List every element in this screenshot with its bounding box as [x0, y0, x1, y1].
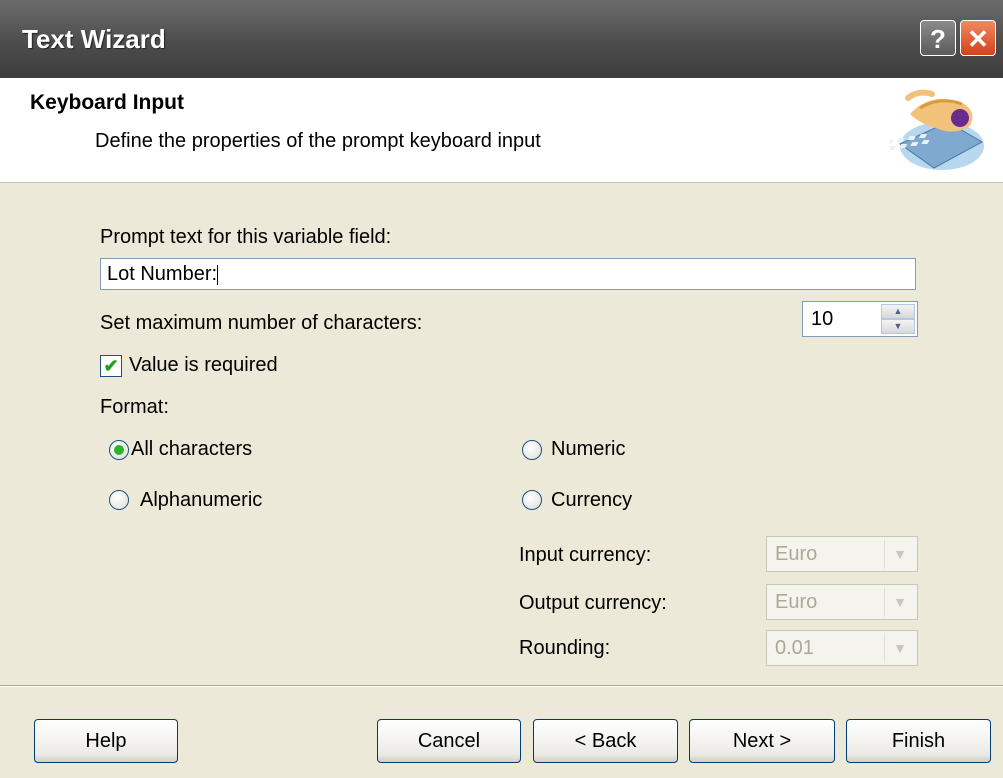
text-caret — [217, 264, 219, 285]
max-chars-spinner[interactable]: 10 ▲ ▼ — [802, 301, 918, 337]
page-subtitle: Define the properties of the prompt keyb… — [95, 130, 541, 152]
window-title: Text Wizard — [22, 24, 166, 54]
next-button[interactable]: Next > — [689, 719, 835, 763]
help-icon[interactable]: ? — [920, 20, 956, 56]
alphanumeric-label[interactable]: Alphanumeric — [140, 489, 262, 512]
wizard-header: Keyboard Input Define the properties of … — [0, 78, 1003, 183]
output-currency-select[interactable]: Euro ▼ — [766, 584, 918, 620]
currency-label[interactable]: Currency — [551, 489, 632, 512]
title-bar[interactable]: Text Wizard ? ✕ — [0, 0, 1003, 78]
radio-currency[interactable] — [522, 490, 542, 510]
rounding-value: 0.01 — [775, 637, 814, 659]
prompt-text-label: Prompt text for this variable field: — [100, 226, 392, 248]
rounding-label: Rounding: — [519, 637, 611, 659]
format-label: Format: — [100, 396, 169, 418]
back-button[interactable]: < Back — [533, 719, 678, 763]
page-title: Keyboard Input — [30, 91, 185, 114]
chevron-down-icon[interactable]: ▼ — [884, 587, 915, 617]
max-chars-value: 10 — [811, 308, 834, 330]
spinner-buttons: ▲ ▼ — [881, 304, 915, 334]
spin-up-icon[interactable]: ▲ — [881, 304, 915, 319]
help-button[interactable]: Help — [34, 719, 178, 763]
input-currency-value: Euro — [775, 543, 818, 565]
prompt-text-input[interactable]: Lot Number: — [100, 258, 916, 290]
footer-divider — [0, 685, 1003, 687]
numeric-label[interactable]: Numeric — [551, 438, 625, 461]
radio-alphanumeric[interactable] — [109, 490, 129, 510]
output-currency-value: Euro — [775, 591, 818, 613]
all-characters-label[interactable]: All characters — [131, 438, 252, 461]
spin-down-icon[interactable]: ▼ — [881, 319, 915, 334]
text-wizard-dialog: Text Wizard ? ✕ Keyboard Input Define th… — [0, 0, 1003, 778]
radio-selected-dot — [114, 445, 124, 455]
rounding-select[interactable]: 0.01 ▼ — [766, 630, 918, 666]
prompt-text-value: Lot Number: — [107, 263, 218, 285]
output-currency-label: Output currency: — [519, 592, 667, 614]
chevron-down-icon[interactable]: ▼ — [884, 539, 915, 569]
input-currency-label: Input currency: — [519, 544, 652, 566]
cancel-button[interactable]: Cancel — [377, 719, 521, 763]
close-icon[interactable]: ✕ — [960, 20, 996, 56]
value-required-label[interactable]: Value is required — [129, 354, 278, 377]
radio-numeric[interactable] — [522, 440, 542, 460]
radio-all-characters[interactable] — [109, 440, 129, 460]
chevron-down-icon[interactable]: ▼ — [884, 633, 915, 663]
finish-button[interactable]: Finish — [846, 719, 991, 763]
value-required-checkbox[interactable]: ✔ — [100, 355, 122, 377]
input-currency-select[interactable]: Euro ▼ — [766, 536, 918, 572]
keyboard-hand-icon — [890, 89, 984, 170]
max-chars-label: Set maximum number of characters: — [100, 312, 423, 334]
